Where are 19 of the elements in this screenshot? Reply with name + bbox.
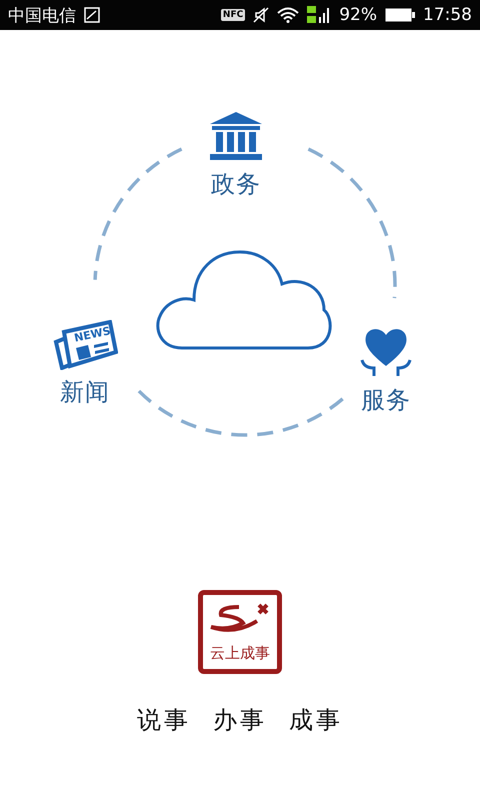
battery-percent: 92%: [339, 5, 377, 25]
mute-icon: [253, 7, 270, 23]
slogan-word: 办事: [213, 705, 267, 736]
signal-icon: [307, 5, 332, 25]
logo-text: 云上成事: [210, 644, 270, 663]
nfc-icon: NFC: [220, 9, 246, 21]
clock: 17:58: [423, 5, 472, 25]
newspaper-icon: [52, 320, 118, 370]
category-label[interactable]: 新闻: [60, 376, 110, 408]
image-icon: [84, 7, 100, 23]
category-label[interactable]: 服务: [361, 384, 411, 416]
newspaper-headline: NEWS: [73, 324, 112, 345]
slogan-word: 成事: [289, 705, 343, 736]
carrier-name: 中国电信: [8, 4, 76, 26]
bank-icon: [208, 110, 264, 162]
wifi-icon: [277, 7, 300, 23]
slogan-word: 说事: [137, 705, 191, 736]
battery-icon: [385, 8, 415, 22]
category-label[interactable]: 政务: [211, 168, 261, 200]
